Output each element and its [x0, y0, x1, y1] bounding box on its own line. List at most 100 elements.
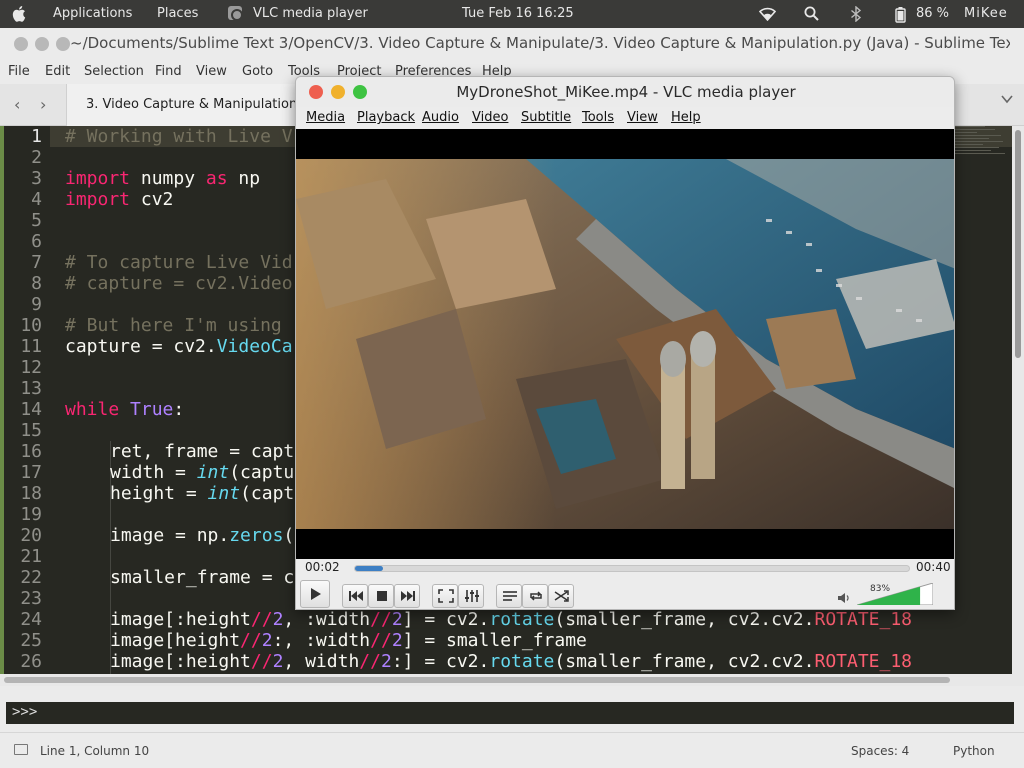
- search-icon[interactable]: [804, 6, 819, 21]
- loop-button[interactable]: [522, 584, 548, 608]
- number: 2: [272, 609, 284, 630]
- wifi-icon[interactable]: [759, 6, 776, 21]
- line-number: 1: [31, 126, 42, 147]
- maximize-button[interactable]: [56, 37, 70, 51]
- indentation-setting[interactable]: Spaces: 4: [851, 744, 909, 758]
- vlc-menu-video[interactable]: Video: [472, 110, 508, 125]
- battery-icon[interactable]: [893, 6, 907, 23]
- operator: //: [370, 630, 392, 651]
- operator: //: [370, 609, 392, 630]
- scroll-thumb[interactable]: [1015, 130, 1021, 358]
- fullscreen-button[interactable]: [432, 584, 458, 608]
- line-number: 15: [20, 420, 42, 441]
- panel-toggle-icon[interactable]: [14, 744, 28, 755]
- elapsed-time: 00:02: [305, 560, 340, 574]
- minimize-button[interactable]: [331, 85, 345, 99]
- line-number: 2: [31, 147, 42, 168]
- console-panel: >>>: [0, 686, 1024, 732]
- code-text: height =: [110, 483, 208, 504]
- operator: //: [250, 609, 273, 630]
- menu-view[interactable]: View: [196, 64, 227, 79]
- code-text: , width: [283, 651, 360, 672]
- clock[interactable]: Tue Feb 16 16:25: [462, 6, 574, 21]
- line-number: 9: [31, 294, 42, 315]
- code-text: (smaller_frame, cv2.cv2.: [554, 609, 815, 630]
- menu-file[interactable]: File: [8, 64, 30, 79]
- menu-edit[interactable]: Edit: [45, 64, 70, 79]
- video-display[interactable]: [296, 129, 954, 559]
- vlc-menu-media[interactable]: Media: [306, 110, 345, 125]
- number: 2: [380, 651, 392, 672]
- chevron-left-icon[interactable]: ‹: [14, 95, 20, 114]
- line-number: 16: [20, 441, 42, 462]
- vlc-menu-subtitle[interactable]: Subtitle: [521, 110, 571, 125]
- playlist-button[interactable]: [496, 584, 522, 608]
- active-app-label[interactable]: VLC media player: [253, 6, 368, 21]
- horizontal-scrollbar[interactable]: [0, 674, 1024, 686]
- volume-icon[interactable]: [837, 592, 851, 604]
- battery-percent: 86 %: [916, 6, 950, 21]
- line-number: 19: [20, 504, 42, 525]
- code-text: np: [227, 168, 261, 189]
- system-top-panel: Applications Places VLC media player Tue…: [0, 0, 1024, 28]
- line-number: 11: [20, 336, 42, 357]
- maximize-button[interactable]: [353, 85, 367, 99]
- console-input[interactable]: >>>: [6, 702, 1014, 724]
- bluetooth-icon[interactable]: [850, 6, 862, 22]
- menu-selection[interactable]: Selection: [84, 64, 144, 79]
- menu-goto[interactable]: Goto: [242, 64, 273, 79]
- minimize-button[interactable]: [35, 37, 49, 51]
- vlc-title-bar: MyDroneShot_MiKee.mp4 - VLC media player: [296, 77, 954, 107]
- skip-back-icon: [349, 591, 363, 601]
- constant: True: [119, 399, 174, 420]
- chevron-down-icon[interactable]: [1000, 94, 1014, 104]
- scroll-thumb[interactable]: [4, 677, 950, 683]
- stop-button[interactable]: [368, 584, 394, 608]
- menu-find[interactable]: Find: [155, 64, 182, 79]
- equalizer-icon: [465, 590, 479, 602]
- vlc-menu-help[interactable]: Help: [671, 110, 701, 125]
- code-line-14: while True:: [65, 399, 184, 420]
- line-number: 5: [31, 210, 42, 231]
- operator: //: [240, 630, 262, 651]
- vlc-menu-playback[interactable]: Playback: [357, 110, 415, 125]
- git-gutter-bar: [0, 126, 4, 674]
- chevron-right-icon[interactable]: ›: [40, 95, 46, 114]
- previous-button[interactable]: [342, 584, 368, 608]
- function-name: VideoCa: [216, 336, 293, 357]
- seek-bar[interactable]: [354, 565, 910, 572]
- close-button[interactable]: [14, 37, 28, 51]
- number: 2: [391, 630, 403, 651]
- vlc-menu-tools[interactable]: Tools: [582, 110, 614, 125]
- shuffle-button[interactable]: [548, 584, 574, 608]
- constant: ROTATE_18: [814, 651, 913, 672]
- vertical-scrollbar[interactable]: [1012, 126, 1024, 674]
- places-menu[interactable]: Places: [157, 6, 198, 21]
- code-line-24: image[:height//2, :width//2] = cv2.rotat…: [110, 609, 912, 630]
- total-time: 00:40: [916, 560, 951, 574]
- keyword: as: [205, 168, 228, 189]
- user-menu[interactable]: MiKee: [964, 6, 1008, 21]
- console-prompt: >>>: [12, 704, 38, 720]
- play-button[interactable]: [300, 580, 330, 608]
- apple-logo-icon[interactable]: [12, 5, 28, 22]
- next-button[interactable]: [394, 584, 420, 608]
- keyword: import: [65, 189, 131, 210]
- vlc-menu-view[interactable]: View: [627, 110, 658, 125]
- syntax-setting[interactable]: Python: [953, 744, 995, 758]
- code-text: (smaller_frame, cv2.cv2.: [554, 651, 815, 672]
- applications-menu[interactable]: Applications: [53, 6, 132, 21]
- extended-settings-button[interactable]: [458, 584, 484, 608]
- minimap[interactable]: [955, 126, 1007, 166]
- code-line-18: height = int(capt: [110, 483, 294, 504]
- vlc-controls: 00:02 00:40 83%: [296, 559, 954, 609]
- line-number: 18: [20, 483, 42, 504]
- cursor-position[interactable]: Line 1, Column 10: [40, 744, 149, 758]
- line-number: 13: [20, 378, 42, 399]
- volume-slider[interactable]: [857, 583, 933, 605]
- line-number: 8: [31, 273, 42, 294]
- line-number: 25: [20, 630, 42, 651]
- close-button[interactable]: [309, 85, 323, 99]
- tab-active-file[interactable]: 3. Video Capture & Manipulation.: [66, 84, 298, 126]
- vlc-menu-audio[interactable]: Audio: [422, 110, 459, 125]
